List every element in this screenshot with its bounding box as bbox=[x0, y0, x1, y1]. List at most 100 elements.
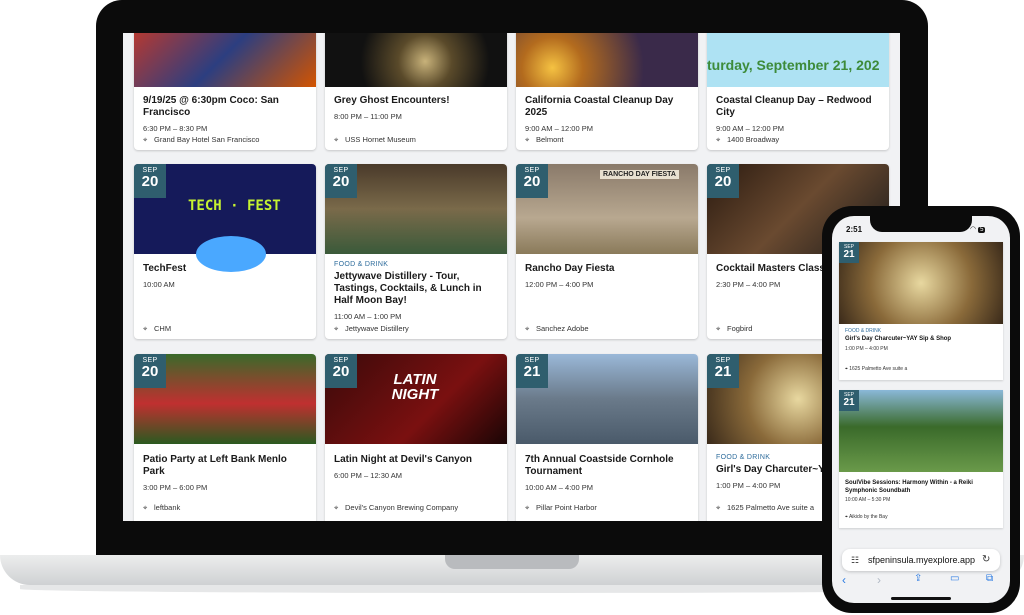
date-badge: SEP 21 bbox=[839, 242, 859, 263]
location-pin-icon: ⌖ bbox=[525, 503, 530, 512]
event-location: ⌖ Belmont bbox=[525, 135, 564, 144]
location-pin-icon: ⌖ bbox=[334, 135, 339, 144]
date-badge: SEP 20 bbox=[325, 164, 357, 198]
location-pin-icon: ⌖ bbox=[525, 324, 530, 333]
status-icons: ◠ 5 bbox=[970, 225, 986, 233]
event-category: FOOD & DRINK bbox=[334, 261, 389, 268]
location-pin-icon: ⌖ bbox=[334, 503, 339, 512]
event-time: 6:30 PM – 8:30 PM bbox=[143, 124, 208, 133]
date-badge: SEP 20 bbox=[134, 354, 166, 388]
event-title: TechFest bbox=[143, 263, 187, 274]
event-time: 11:00 AM – 1:00 PM bbox=[334, 312, 402, 321]
url-text: sfpeninsula.myexplore.app bbox=[868, 555, 976, 565]
event-location: ⌖ Aikido by the Bay bbox=[845, 514, 888, 520]
event-title: Latin Night at Devil's Canyon bbox=[334, 454, 472, 465]
event-time: 1:00 PM – 4:00 PM bbox=[845, 345, 888, 352]
event-card[interactable]: LATIN NIGHT SEP 20 Latin Night at Devil's… bbox=[325, 354, 507, 521]
event-image bbox=[325, 33, 507, 87]
event-time: 10:00 AM – 4:00 PM bbox=[525, 483, 593, 492]
event-title: Jettywave Distillery - Tour, Tastings, C… bbox=[334, 271, 482, 306]
event-card[interactable]: California Coastal Cleanup Day 2025 9:00… bbox=[516, 33, 698, 150]
event-card[interactable]: SEP 21 7th Annual Coastside Cornhole Tour… bbox=[516, 354, 698, 521]
event-location: ⌖ Devil's Canyon Brewing Company bbox=[334, 503, 459, 512]
date-badge: SEP 21 bbox=[516, 354, 548, 388]
location-pin-icon: ⌖ bbox=[143, 324, 148, 333]
event-location: ⌖ Grand Bay Hotel San Francisco bbox=[143, 135, 260, 144]
phone-notch bbox=[870, 216, 972, 232]
event-image-text: LATIN NIGHT bbox=[391, 371, 439, 403]
event-card[interactable]: RANCHO DAY FIESTA SEP 20 Rancho Day Fiest… bbox=[516, 164, 698, 339]
event-card[interactable]: Grey Ghost Encounters! 8:00 PM – 11:00 P… bbox=[325, 33, 507, 150]
event-card[interactable]: SEP 20 FOOD & DRINK Jettywave Distillery … bbox=[325, 164, 507, 339]
forward-icon[interactable]: › bbox=[877, 573, 881, 587]
event-card[interactable]: SEP 21 SoulVibe Sessions: Harmony Within … bbox=[839, 390, 1003, 528]
event-location: ⌖ Pillar Point Harbor bbox=[525, 503, 597, 512]
home-indicator bbox=[891, 597, 951, 600]
page-settings-icon[interactable]: ☷ bbox=[851, 555, 859, 566]
location-pin-icon: ⌖ bbox=[334, 324, 339, 333]
laptop-screen: 9/19/25 @ 6:30pm Coco: San Francisco 6:3… bbox=[123, 33, 900, 521]
event-time: 10:00 AM bbox=[143, 280, 175, 289]
event-image-text: TECH · FEST bbox=[188, 198, 281, 214]
date-badge: SEP 20 bbox=[325, 354, 357, 388]
event-title: California Coastal Cleanup Day 2025 bbox=[525, 95, 674, 118]
date-badge: SEP 20 bbox=[134, 164, 166, 198]
location-pin-icon: ⌖ bbox=[716, 503, 721, 512]
event-image bbox=[839, 242, 1003, 324]
location-pin-icon: ⌖ bbox=[525, 135, 530, 144]
event-location: ⌖ Sanchez Adobe bbox=[525, 324, 589, 333]
event-title: 7th Annual Coastside Cornhole Tournament bbox=[525, 454, 674, 477]
event-location: ⌖ Fogbird bbox=[716, 324, 753, 333]
reload-icon[interactable]: ↻ bbox=[982, 554, 990, 565]
event-title: Coastal Cleanup Day – Redwood City bbox=[716, 95, 872, 118]
event-location: ⌖ 1400 Broadway bbox=[716, 135, 780, 144]
wifi-icon: ◠ bbox=[970, 226, 979, 233]
event-title: Patio Party at Left Bank Menlo Park bbox=[143, 454, 287, 477]
phone-screen: SEP 21 FOOD & DRINK Girl's Day Charcuter~… bbox=[832, 216, 1010, 603]
tabs-icon[interactable]: ⧉ bbox=[986, 573, 993, 584]
status-time: 2:51 bbox=[846, 225, 863, 234]
date-badge: SEP 20 bbox=[707, 164, 739, 198]
event-time: 12:00 PM – 4:00 PM bbox=[525, 280, 594, 289]
event-title: SoulVibe Sessions: Harmony Within - a Re… bbox=[845, 480, 973, 494]
location-pin-icon: ⌖ bbox=[716, 135, 721, 144]
event-card[interactable]: SEP 20 Patio Party at Left Bank Menlo Par… bbox=[134, 354, 316, 521]
back-icon[interactable]: ‹ bbox=[842, 573, 846, 587]
laptop-notch bbox=[445, 555, 579, 569]
event-location: ⌖ CHM bbox=[143, 324, 172, 333]
event-time: 6:00 PM – 12:30 AM bbox=[334, 471, 402, 480]
event-image bbox=[516, 33, 698, 87]
browser-toolbar: ‹ › ⇪ ▭ ⧉ bbox=[832, 571, 1010, 591]
share-icon[interactable]: ⇪ bbox=[914, 573, 922, 584]
bookmarks-icon[interactable]: ▭ bbox=[950, 573, 959, 584]
date-badge: SEP 21 bbox=[839, 390, 859, 411]
event-location: ⌖ 1625 Palmetto Ave suite a bbox=[845, 366, 908, 372]
location-pin-icon: ⌖ bbox=[716, 324, 721, 333]
event-location: ⌖ 1625 Palmetto Ave suite a bbox=[716, 503, 815, 512]
event-time: 9:00 AM – 12:00 PM bbox=[716, 124, 784, 133]
event-image bbox=[839, 390, 1003, 472]
event-time: 10:00 AM – 5:30 PM bbox=[845, 497, 891, 503]
location-pin-icon: ⌖ bbox=[143, 135, 148, 144]
event-card[interactable]: SEP 21 FOOD & DRINK Girl's Day Charcuter~… bbox=[839, 242, 1003, 380]
event-location: ⌖ leftbank bbox=[143, 503, 181, 512]
event-title: Girl's Day Charcuter~YAY Sip & Shop bbox=[845, 336, 952, 342]
event-image bbox=[134, 33, 316, 87]
event-title: Rancho Day Fiesta bbox=[525, 263, 615, 274]
event-title: Grey Ghost Encounters! bbox=[334, 95, 450, 106]
event-card[interactable]: turday, September 21, 202 Coastal Cleanu… bbox=[707, 33, 889, 150]
event-location: ⌖ Jettywave Distillery bbox=[334, 324, 409, 333]
event-time: 9:00 AM – 12:00 PM bbox=[525, 124, 593, 133]
location-pin-icon: ⌖ bbox=[143, 503, 148, 512]
event-image: turday, September 21, 202 bbox=[707, 33, 889, 87]
event-image-text: RANCHO DAY FIESTA bbox=[600, 170, 679, 179]
event-card[interactable]: 9/19/25 @ 6:30pm Coco: San Francisco 6:3… bbox=[134, 33, 316, 150]
event-time: 8:00 PM – 11:00 PM bbox=[334, 112, 402, 121]
battery-icon: 5 bbox=[978, 227, 986, 233]
event-card[interactable]: TECH · FEST SEP 20 TechFest 10:00 AM ⌖ CHM bbox=[134, 164, 316, 339]
event-time: 3:00 PM – 6:00 PM bbox=[143, 483, 208, 492]
date-badge: SEP 20 bbox=[516, 164, 548, 198]
date-badge: SEP 21 bbox=[707, 354, 739, 388]
event-location: ⌖ USS Hornet Museum bbox=[334, 135, 416, 144]
event-image-banner: turday, September 21, 202 bbox=[707, 57, 880, 73]
